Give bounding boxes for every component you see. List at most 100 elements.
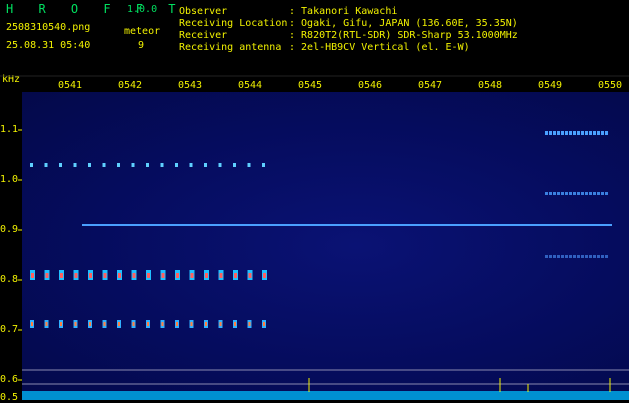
echo-blip [234,273,237,278]
echo-blip [74,322,77,326]
echo-blip [549,255,552,258]
echo-blip [565,255,568,258]
y-axis-ticks [18,129,22,381]
echo-blip [176,273,179,278]
echo-blip [189,163,193,167]
echo-blip [147,273,150,278]
echo-blip [601,192,604,195]
echo-blip [605,255,608,258]
echo-blip [561,255,564,258]
echo-blip [31,273,34,278]
echo-blip [31,322,33,326]
echo-blip [205,273,208,278]
echo-blip [30,163,33,167]
echo-blip [73,163,77,167]
echo-blip [160,163,164,167]
noise-spikes [308,378,611,392]
echo-blip [601,255,604,258]
echo-blip [545,255,548,258]
echo-blip [44,163,48,167]
echo-blip [557,192,560,195]
echo-blip [88,163,91,167]
echo-blip [103,273,107,278]
echo-blip [204,163,207,167]
echo-blip [190,322,193,326]
echo-blip [549,192,552,195]
echo-blip [597,192,600,195]
echo-blip [248,322,251,326]
spectrogram-overlay [0,75,629,400]
echo-blip [593,131,596,135]
echo-blip [589,131,592,135]
echo-blip [147,322,149,326]
echo-blip [117,163,120,167]
echo-blip [59,163,62,167]
echo-blip [60,322,62,326]
echo-blip [577,255,580,258]
echo-blip [573,131,576,135]
echo-blip [234,322,236,326]
echo-blip [553,131,556,135]
echo-blip [205,322,207,326]
echo-blip [545,192,548,195]
echo-blip [102,163,106,167]
echo-blip [577,192,580,195]
echo-blip [263,273,266,278]
echo-blip [553,255,556,258]
echo-blip [74,273,78,278]
echo-blip [103,322,106,326]
echo-blip [605,131,608,135]
echo-blip [146,163,149,167]
echo-blip [131,163,135,167]
echo-blip [175,163,178,167]
echo-blip [219,273,223,278]
echo-blip [118,273,121,278]
echo-blip [581,131,584,135]
echo-blip [577,131,580,135]
echo-blip [573,255,576,258]
echo-blip [597,131,600,135]
echo-blip [262,163,265,167]
echo-blip [132,322,135,326]
echo-blip [89,322,91,326]
echo-blip [247,163,251,167]
echo-blip [161,322,164,326]
echo-blip [60,273,63,278]
echo-blip [569,131,572,135]
echo-blip [219,322,222,326]
echo-blip [593,255,596,258]
echo-blip [549,131,552,135]
meteor-echo-traces [30,131,608,328]
echo-blip [569,192,572,195]
echo-blip [565,131,568,135]
echo-blip [585,192,588,195]
echo-blip [593,192,596,195]
echo-blip [561,192,564,195]
echo-blip [248,273,252,278]
echo-blip [553,192,556,195]
echo-blip [161,273,165,278]
echo-blip [545,131,548,135]
echo-blip [589,192,592,195]
echo-blip [573,192,576,195]
echo-blip [45,322,48,326]
echo-blip [585,255,588,258]
echo-blip [597,255,600,258]
echo-blip [589,255,592,258]
echo-blip [581,255,584,258]
echo-blip [263,322,265,326]
echo-blip [89,273,92,278]
echo-blip [557,255,560,258]
echo-blip [118,322,120,326]
echo-blip [218,163,222,167]
echo-blip [557,131,560,135]
echo-blip [565,192,568,195]
echo-blip [132,273,136,278]
echo-blip [585,131,588,135]
echo-blip [601,131,604,135]
echo-blip [45,273,49,278]
echo-blip [569,255,572,258]
echo-blip [581,192,584,195]
echo-blip [190,273,194,278]
echo-blip [605,192,608,195]
